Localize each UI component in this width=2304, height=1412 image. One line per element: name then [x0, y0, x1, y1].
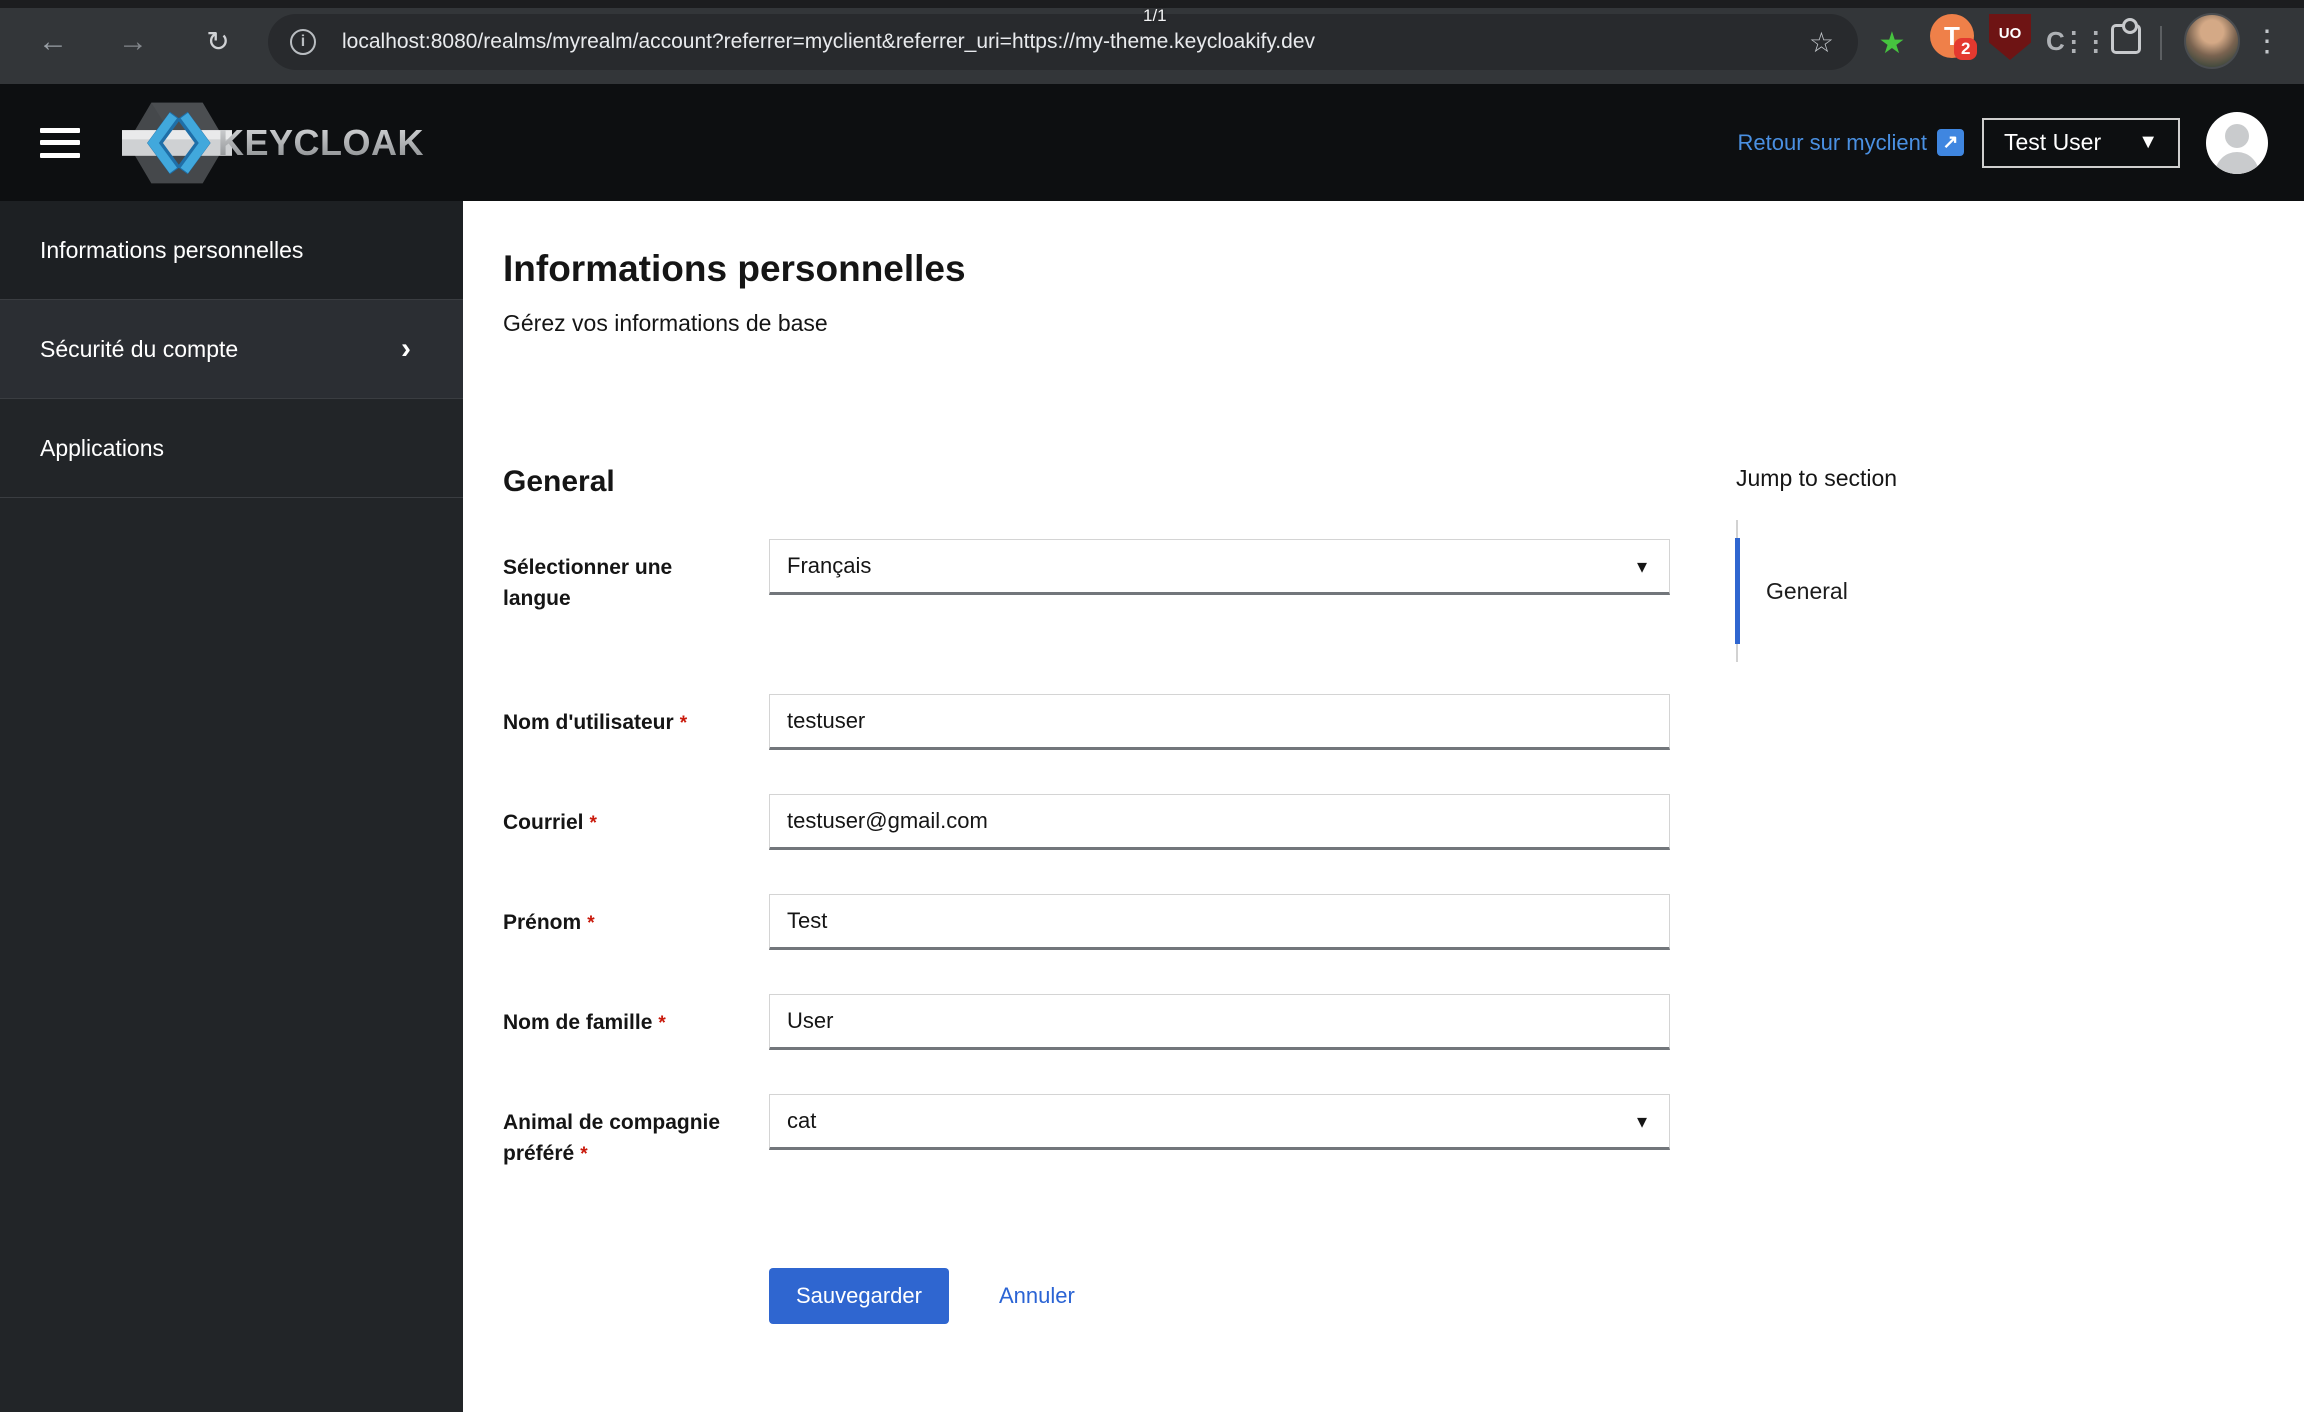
browser-reload-icon[interactable]: ↻ — [195, 22, 241, 62]
referrer-link-label: Retour sur myclient — [1737, 129, 1927, 155]
sidebar-item-label: Sécurité du compte — [40, 335, 239, 362]
required-indicator: * — [658, 1013, 666, 1034]
user-avatar[interactable] — [2206, 111, 2268, 174]
user-menu-dropdown[interactable]: Test User ▼ — [1982, 117, 2180, 168]
extension-c-icon[interactable]: C⋮⋮ — [2046, 26, 2109, 57]
nav-toggle-icon[interactable] — [40, 127, 80, 158]
browser-profile-avatar[interactable] — [2184, 13, 2240, 69]
form-field-username: Nom d'utilisateur * — [503, 694, 1670, 750]
username-input[interactable] — [769, 694, 1670, 750]
section-heading-general: General — [503, 465, 615, 498]
avatar-head-shape — [2225, 123, 2249, 148]
extension-ublock-icon[interactable]: UO — [1989, 14, 2031, 60]
jump-item-label: General — [1766, 577, 1848, 604]
extension-t-icon[interactable]: T 2 — [1930, 14, 1978, 60]
jump-heading: Jump to section — [1736, 465, 1898, 491]
jump-item-general[interactable]: General — [1735, 520, 2216, 662]
jump-list: General — [1735, 520, 2216, 662]
url-text[interactable]: localhost:8080/realms/myrealm/account?re… — [342, 30, 1809, 54]
caret-down-icon: ▼ — [2138, 131, 2158, 153]
referrer-back-link[interactable]: Retour sur myclient ↗ — [1737, 129, 1964, 156]
keycloak-logo[interactable]: KEYCLOAK — [122, 97, 424, 189]
sidebar-item-label: Informations personnelles — [40, 236, 304, 263]
field-label-lastname: Nom de famille * — [503, 1011, 666, 1034]
browser-chrome: ← → ↻ i localhost:8080/realms/myrealm/ac… — [0, 0, 2304, 84]
jump-to-section: Jump to section General — [1735, 465, 2216, 1324]
save-button[interactable]: Sauvegarder — [769, 1268, 949, 1324]
masthead: KEYCLOAK Retour sur myclient ↗ Test User… — [0, 84, 2304, 201]
tab-counter: 1/1 — [1143, 6, 1167, 25]
sidebar-item-label: Applications — [40, 434, 165, 461]
extensions-puzzle-icon[interactable] — [2106, 18, 2146, 61]
brand-text: KEYCLOAK — [218, 121, 425, 163]
keycloak-logo-icon — [122, 102, 232, 183]
extension-green-star-icon[interactable]: ★ — [1872, 26, 1912, 61]
external-link-icon: ↗ — [1937, 129, 1964, 156]
page-title: Informations personnelles — [503, 248, 966, 289]
lastname-input[interactable] — [769, 994, 1670, 1050]
field-label-language: Sélectionner une langue — [503, 556, 673, 610]
cancel-link[interactable]: Annuler — [999, 1283, 1075, 1309]
email-input[interactable] — [769, 794, 1670, 850]
language-select[interactable]: Français ▾ — [769, 539, 1670, 595]
address-bar[interactable]: i localhost:8080/realms/myrealm/account?… — [268, 14, 1858, 70]
browser-menu-icon[interactable]: ⋮ — [2252, 20, 2282, 64]
form-field-firstname: Prénom * — [503, 894, 1670, 950]
sidebar-nav: Informations personnelles Sécurité du co… — [0, 201, 463, 1412]
field-label-email: Courriel * — [503, 811, 597, 834]
page-subtitle: Gérez vos informations de base — [503, 310, 828, 336]
required-indicator: * — [679, 713, 688, 734]
user-menu-label: Test User — [2004, 129, 2102, 155]
required-indicator: * — [580, 1144, 588, 1165]
field-label-username: Nom d'utilisateur * — [503, 711, 688, 734]
form-field-language: Sélectionner une langue Français ▾ — [503, 539, 1670, 614]
browser-back-icon[interactable]: ← — [30, 22, 76, 62]
personal-info-form: General Sélectionner une langue Français… — [503, 465, 1670, 1324]
puzzle-shape — [2111, 18, 2141, 54]
required-indicator: * — [589, 813, 597, 834]
shield-icon: UO — [1989, 14, 2031, 60]
site-info-icon[interactable]: i — [290, 29, 316, 55]
form-field-email: Courriel * — [503, 794, 1670, 850]
field-label-firstname: Prénom * — [503, 911, 595, 934]
avatar-torso-shape — [2215, 151, 2259, 174]
field-label-favourite-pet: Animal de compagnie préféré * — [503, 1111, 721, 1165]
browser-forward-icon[interactable]: → — [110, 22, 156, 62]
form-field-favourite-pet: Animal de compagnie préféré * cat ▾ — [503, 1094, 1670, 1170]
bookmark-star-icon[interactable]: ☆ — [1809, 26, 1834, 59]
form-field-lastname: Nom de famille * — [503, 994, 1670, 1050]
main-content: Informations personnelles Gérez vos info… — [463, 201, 2304, 1412]
form-actions: Sauvegarder Annuler — [769, 1268, 1670, 1324]
firstname-input[interactable] — [769, 894, 1670, 950]
caret-down-icon: ▾ — [1636, 1110, 1647, 1133]
sidebar-item-applications[interactable]: Applications — [0, 399, 463, 498]
sidebar-item-personal-info[interactable]: Informations personnelles — [0, 201, 463, 300]
active-section-bar — [1735, 538, 1740, 644]
sidebar-item-account-security[interactable]: Sécurité du compte › — [0, 300, 463, 399]
favourite-pet-select-value: cat — [787, 1108, 817, 1133]
favourite-pet-select[interactable]: cat ▾ — [769, 1094, 1670, 1150]
extension-badge: 2 — [1954, 38, 1978, 60]
toolbar-divider — [2160, 26, 2162, 60]
chevron-right-icon: › — [401, 332, 411, 365]
caret-down-icon: ▾ — [1636, 555, 1647, 578]
language-select-value: Français — [787, 553, 872, 578]
required-indicator: * — [587, 913, 595, 934]
